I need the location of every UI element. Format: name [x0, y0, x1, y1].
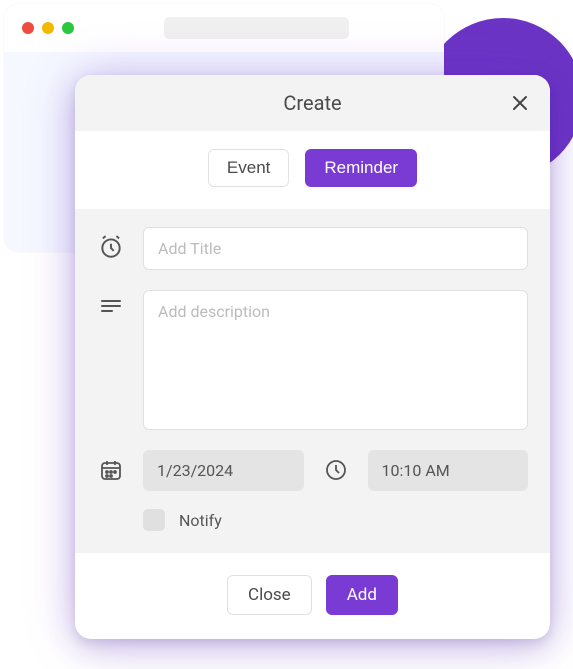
type-tabs: Event Reminder: [75, 131, 550, 209]
clock-icon: [322, 456, 350, 484]
form-body: Notify: [75, 209, 550, 553]
add-button[interactable]: Add: [326, 575, 398, 615]
window-controls: [22, 22, 74, 34]
notify-checkbox[interactable]: [143, 509, 165, 531]
title-input[interactable]: [143, 227, 528, 270]
notify-label: Notify: [179, 511, 222, 530]
description-icon: [97, 292, 125, 320]
modal-title: Create: [283, 91, 341, 115]
time-input[interactable]: [368, 450, 529, 491]
create-modal: Create Event Reminder: [75, 75, 550, 639]
close-icon[interactable]: [508, 91, 532, 115]
address-bar-placeholder: [164, 17, 349, 39]
minimize-window-dot[interactable]: [42, 22, 54, 34]
modal-header: Create: [75, 75, 550, 131]
maximize-window-dot[interactable]: [62, 22, 74, 34]
alarm-icon: [97, 233, 125, 261]
tab-event[interactable]: Event: [208, 149, 289, 187]
close-button[interactable]: Close: [227, 575, 312, 615]
close-window-dot[interactable]: [22, 22, 34, 34]
description-input[interactable]: [143, 290, 528, 430]
date-input[interactable]: [143, 450, 304, 491]
calendar-icon: [97, 456, 125, 484]
tab-reminder[interactable]: Reminder: [305, 149, 417, 187]
modal-footer: Close Add: [75, 553, 550, 615]
